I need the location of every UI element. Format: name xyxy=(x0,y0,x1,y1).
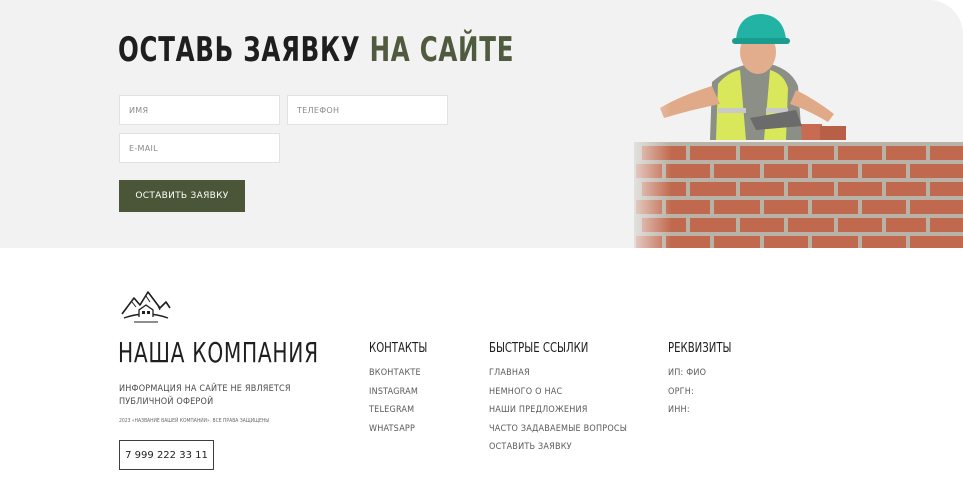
quick-link-request[interactable]: ОСТАВИТЬ ЗАЯВКУ xyxy=(489,440,627,459)
bricklayer-image xyxy=(620,0,963,248)
phone-button[interactable]: 7 999 222 33 11 xyxy=(119,440,214,470)
contact-link-telegram[interactable]: TELEGRAM xyxy=(369,403,444,422)
disclaimer-text: ИНФОРМАЦИЯ НА САЙТЕ НЕ ЯВЛЯЕТСЯ ПУБЛИЧНО… xyxy=(119,384,291,407)
requisites-heading: РЕКВИЗИТЫ xyxy=(668,341,732,356)
contact-link-vk[interactable]: ВКОНТАКТЕ xyxy=(369,366,444,385)
mountain-house-logo-icon xyxy=(121,291,171,323)
requisites-column: РЕКВИЗИТЫ ИП: ФИО ОРГН: ИНН: xyxy=(668,341,749,422)
request-title: ОСТАВЬ ЗАЯВКУ НА САЙТЕ xyxy=(118,30,514,70)
phone-input[interactable] xyxy=(287,95,448,125)
name-input[interactable] xyxy=(119,95,280,125)
contacts-heading: КОНТАКТЫ xyxy=(369,341,428,356)
contacts-column: КОНТАКТЫ ВКОНТАКТЕ INSTAGRAM TELEGRAM WH… xyxy=(369,341,444,440)
request-title-main: ОСТАВЬ ЗАЯВКУ xyxy=(118,30,370,70)
requisite-owner: ИП: ФИО xyxy=(668,368,707,378)
quick-link-home[interactable]: ГЛАВНАЯ xyxy=(489,366,627,385)
company-name: НАША КОМПАНИЯ xyxy=(118,336,319,369)
request-title-accent: НА САЙТЕ xyxy=(369,30,515,70)
quick-links-column: БЫСТРЫЕ ССЫЛКИ ГЛАВНАЯ НЕМНОГО О НАС НАШ… xyxy=(489,341,627,459)
quick-link-faq[interactable]: ЧАСТО ЗАДАВАЕМЫЕ ВОПРОСЫ xyxy=(489,422,627,441)
quick-links-heading: БЫСТРЫЕ ССЫЛКИ xyxy=(489,341,589,356)
request-section: ОСТАВЬ ЗАЯВКУ НА САЙТЕ ОСТАВИТЬ ЗАЯВКУ xyxy=(0,0,963,248)
contact-link-whatsapp[interactable]: WHATSAPP xyxy=(369,422,444,441)
copyright-text: 2023 «НАЗВАНИЕ ВАШЕЙ КОМПАНИИ». ВСЕ ПРАВ… xyxy=(119,418,270,424)
requisite-ogrn: ОРГН: xyxy=(668,386,695,397)
submit-request-button[interactable]: ОСТАВИТЬ ЗАЯВКУ xyxy=(119,180,245,212)
contact-link-instagram[interactable]: INSTAGRAM xyxy=(369,385,444,404)
requisite-inn: ИНН: xyxy=(668,405,690,415)
quick-link-about[interactable]: НЕМНОГО О НАС xyxy=(489,385,627,404)
email-input[interactable] xyxy=(119,133,280,163)
quick-link-offers[interactable]: НАШИ ПРЕДЛОЖЕНИЯ xyxy=(489,403,627,422)
